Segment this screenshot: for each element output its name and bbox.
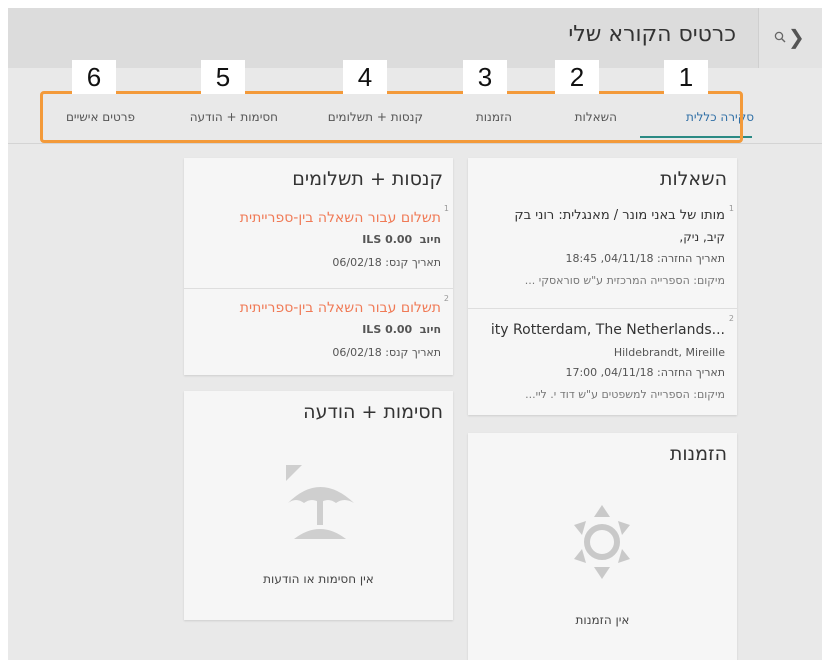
fine-date: תאריך קנס: 06/02/18 xyxy=(332,256,441,269)
fine-charge-value: ILS 0.00 xyxy=(362,323,413,336)
fine-charge: חיוב ILS 0.00 xyxy=(362,233,441,246)
tab-number-4: 4 xyxy=(343,60,387,94)
blocks-card-title[interactable]: חסימות + הודעה xyxy=(303,401,443,423)
item-index: 2 xyxy=(728,314,734,323)
loan-title[interactable]: ...ity Rotterdam, The Netherlands xyxy=(491,322,725,338)
tab-number-3: 3 xyxy=(463,60,507,94)
sun-icon xyxy=(574,505,630,579)
loan-author: קיב, ניק, xyxy=(679,230,725,244)
tab-number-6: 6 xyxy=(72,60,116,94)
loan-item[interactable]: 1 מותו של באני מונר / מאנגלית: רוני בק ק… xyxy=(468,202,737,307)
chevron-right-icon[interactable]: ❯ xyxy=(788,27,805,47)
search-icon[interactable] xyxy=(774,31,786,43)
loans-card: השאלות 1 מותו של באני מונר / מאנגלית: רו… xyxy=(468,158,737,415)
page-title: כרטיס הקורא שלי xyxy=(568,22,736,47)
divider xyxy=(468,308,737,309)
loan-location: מיקום: הספרייה למשפטים ע"ש דוד י. ליי... xyxy=(525,388,725,401)
fine-charge-label: חיוב xyxy=(419,233,441,246)
loan-title[interactable]: מותו של באני מונר / מאנגלית: רוני בק xyxy=(514,208,725,223)
tab-number-5: 5 xyxy=(201,60,245,94)
loan-location: מיקום: הספרייה המרכזית ע"ש סוראסקי ... xyxy=(524,274,725,287)
item-index: 2 xyxy=(443,294,449,303)
tabs-highlight-box xyxy=(40,91,743,143)
requests-empty-message: אין הזמנות xyxy=(575,613,630,627)
fine-date: תאריך קנס: 06/02/18 xyxy=(332,346,441,359)
fine-charge-value: ILS 0.00 xyxy=(362,233,413,246)
loan-due-date: תאריך החזרה: 04/11/18, 18:45 xyxy=(565,252,725,265)
blocks-card: חסימות + הודעה אין חסימות או הודעות xyxy=(184,391,453,620)
tab-number-2: 2 xyxy=(555,60,599,94)
tab-number-1: 1 xyxy=(664,60,708,94)
fine-charge-label: חיוב xyxy=(419,323,441,336)
item-index: 1 xyxy=(728,204,734,213)
requests-card: הזמנות אין הזמנות xyxy=(468,433,737,660)
fine-charge: חיוב ILS 0.00 xyxy=(362,323,441,336)
divider xyxy=(184,288,453,289)
fines-card-title[interactable]: קנסות + תשלומים xyxy=(292,168,443,190)
fine-item[interactable]: 1 תשלום עבור השאלה בין-ספרייתית חיוב ILS… xyxy=(184,202,453,288)
beach-umbrella-icon xyxy=(286,465,354,539)
blocks-empty-message: אין חסימות או הודעות xyxy=(263,572,374,586)
fines-card: קנסות + תשלומים 1 תשלום עבור השאלה בין-ס… xyxy=(184,158,453,375)
fine-title[interactable]: תשלום עבור השאלה בין-ספרייתית xyxy=(240,300,441,316)
loan-author: Hildebrandt, Mireille xyxy=(613,346,725,359)
fine-title[interactable]: תשלום עבור השאלה בין-ספרייתית xyxy=(240,210,441,226)
fine-item[interactable]: 2 תשלום עבור השאלה בין-ספרייתית חיוב ILS… xyxy=(184,290,453,375)
loan-due-date: תאריך החזרה: 04/11/18, 17:00 xyxy=(565,366,725,379)
loan-item[interactable]: 2 ...ity Rotterdam, The Netherlands Hild… xyxy=(468,310,737,415)
item-index: 1 xyxy=(443,204,449,213)
loans-card-title[interactable]: השאלות xyxy=(660,168,727,190)
requests-card-title[interactable]: הזמנות xyxy=(670,443,727,465)
